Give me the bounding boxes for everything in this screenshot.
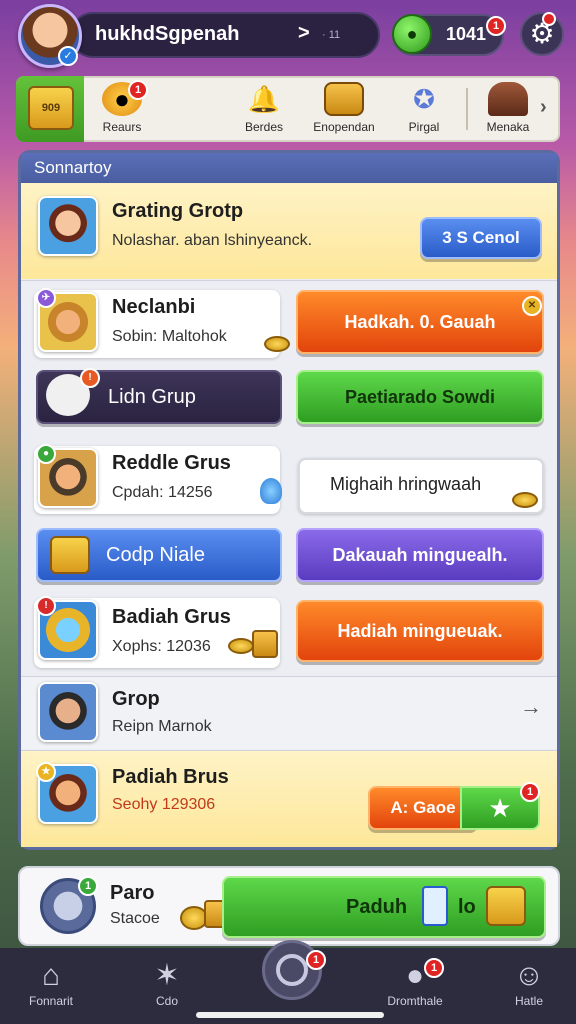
notif-badge: ! <box>80 368 100 388</box>
gift-icon: ✪ <box>413 84 435 114</box>
chevron-right-icon[interactable]: › <box>540 96 547 119</box>
group-title: Neclanbi <box>112 296 196 318</box>
nav-star[interactable]: ✶ Cdo <box>122 958 212 1008</box>
gem-icon: ● <box>392 14 432 54</box>
currency-badge: 1 <box>486 16 506 36</box>
bulb-icon <box>260 478 282 504</box>
status-icon: ● <box>36 444 56 464</box>
shortcut-badge: 1 <box>128 80 148 100</box>
bell-icon: 🔔 <box>247 84 281 114</box>
chat-icon: ● <box>405 959 425 992</box>
plane-icon: ✈ <box>36 288 56 308</box>
currency-amount: 1041 <box>446 24 487 44</box>
shortcut-reaurs[interactable]: ● Reaurs <box>82 82 162 134</box>
group-title: Reddle Grus <box>112 452 231 474</box>
coin-icon <box>512 492 538 508</box>
bottom-action-suffix: lo <box>458 896 476 918</box>
shortcut-berdes[interactable]: 🔔 Berdes <box>224 82 304 134</box>
group-title: Lidn Grup <box>108 386 196 408</box>
star-icon: ★ <box>36 762 56 782</box>
group-avatar <box>38 682 98 742</box>
row-action-button[interactable]: Hadkah. 0. Gauah <box>296 290 544 354</box>
group-subtitle: Seohy 129306 <box>112 796 216 813</box>
group-subtitle: Reipn Marnok <box>112 718 212 735</box>
shortcut-menaka[interactable]: Menaka <box>468 82 548 134</box>
card-subtitle: Stacoe <box>110 910 160 927</box>
nav-home[interactable]: ⌂ Fonnarit <box>6 958 96 1008</box>
home-icon: ⌂ <box>41 959 61 992</box>
group-title: Grating Grotp <box>112 200 244 222</box>
shortcut-pirgal[interactable]: ✪ Pirgal <box>384 82 464 134</box>
settings-dot <box>542 12 556 26</box>
group-subtitle: Nolashar. aban lshinyeanck. <box>112 232 313 249</box>
group-row[interactable] <box>21 677 557 749</box>
row-action-button[interactable]: Hadiah mingueuak. <box>296 600 544 662</box>
star-icon: ✶ <box>154 959 180 992</box>
group-title: Padiah Brus <box>112 766 229 788</box>
panel-title: Sonnartoy <box>34 158 112 177</box>
chest-icon <box>486 886 526 926</box>
coin-icon <box>228 638 254 654</box>
row-action-label: Mighaih hringwaah <box>330 474 482 494</box>
home-indicator <box>196 1012 384 1018</box>
close-icon[interactable]: ✕ <box>522 296 542 316</box>
crate-icon: 909 <box>28 86 74 130</box>
row-action-button[interactable]: Dakauah minguealh. <box>296 528 544 582</box>
phone-icon <box>422 886 448 926</box>
circle-icon <box>276 954 308 986</box>
group-subtitle: Cpdah: 14256 <box>112 484 213 501</box>
username-suffix: · 11 <box>322 29 341 41</box>
coin-stack-icon <box>252 630 278 658</box>
row-badge: 1 <box>520 782 540 802</box>
group-subtitle: Sobin: Maltohok <box>112 328 227 345</box>
group-title: Grop <box>112 688 160 710</box>
username: hukhdSgpenah <box>95 23 240 45</box>
nav-chat-badge: 1 <box>424 958 444 978</box>
chevron-right-icon[interactable]: > <box>298 22 310 45</box>
featured-action-button[interactable]: 3 S Cenol <box>420 217 542 259</box>
bottom-action-label: Paduh <box>346 896 408 918</box>
row-action-button[interactable]: Paetiarado Sowdi <box>296 370 544 424</box>
card-badge: 1 <box>78 876 98 896</box>
nav-center-badge: 1 <box>306 950 326 970</box>
nav-chat[interactable]: ● Dromthale <box>370 958 460 1008</box>
chest-icon <box>324 82 364 116</box>
group-subtitle: Xophs: 12036 <box>112 638 211 655</box>
arrow-right-icon[interactable]: → <box>520 694 542 720</box>
alert-icon: ! <box>36 596 56 616</box>
verified-icon: ✓ <box>58 46 78 66</box>
shortcut-enopendan[interactable]: Enopendan <box>304 82 384 134</box>
divider <box>21 280 557 281</box>
chest-icon <box>50 536 90 574</box>
card-title: Paro <box>110 882 155 904</box>
shop-icon <box>488 82 528 116</box>
group-avatar <box>38 196 98 256</box>
nav-profile[interactable]: ☺ Hatle <box>484 958 574 1008</box>
group-title: Badiah Grus <box>112 606 231 628</box>
coin-icon <box>264 336 290 352</box>
group-title: Codp Niale <box>106 544 205 566</box>
profile-icon: ☺ <box>513 959 545 992</box>
